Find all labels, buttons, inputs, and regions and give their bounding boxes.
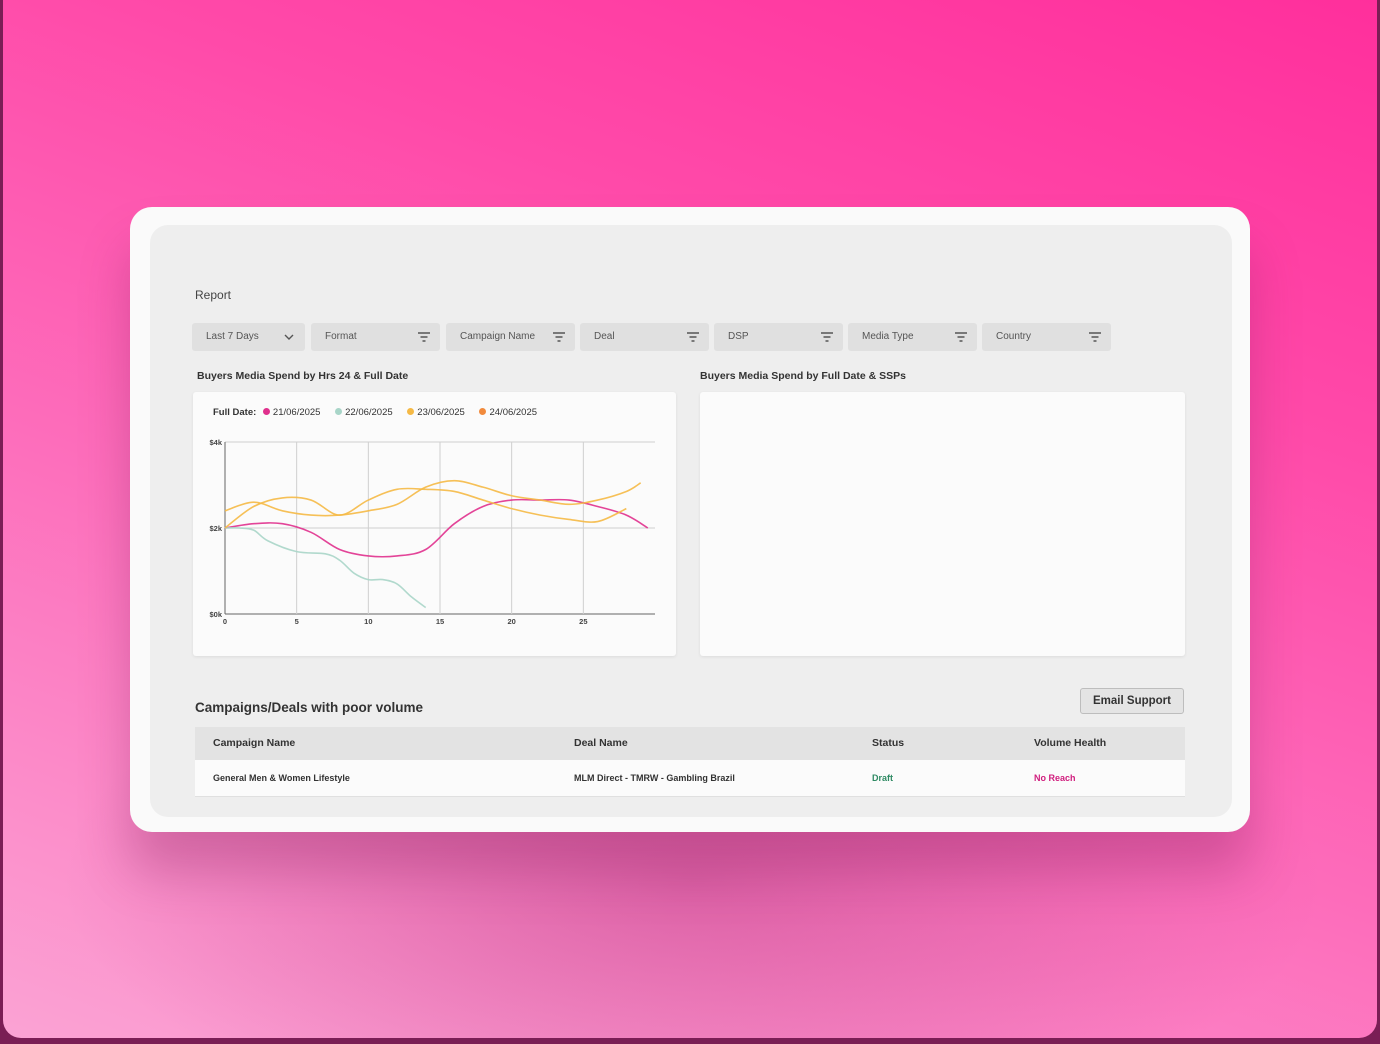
dsp-filter[interactable]: DSP [714,323,843,351]
x-tick-label: 10 [364,617,372,626]
chart-title-hourly: Buyers Media Spend by Hrs 24 & Full Date [197,370,409,382]
campaign-name-cell: General Men & Women Lifestyle [213,773,350,783]
series-line [224,527,427,609]
y-tick-label: $0k [209,610,222,619]
x-tick-label: 20 [507,617,515,626]
filter-label: Campaign Name [460,331,536,342]
poor-volume-table: Campaign Name Deal Name Status Volume He… [195,727,1185,797]
line-chart: $0k $2k $4k 0 5 10 15 20 25 [209,438,655,626]
filter-label: DSP [728,331,749,342]
dashboard-window: Report Last 7 Days Format Campaign Name … [130,207,1250,832]
chevron-down-icon [284,334,294,340]
x-tick-label: 0 [223,617,227,626]
section-title: Campaigns/Deals with poor volume [195,700,424,715]
column-header-deal[interactable]: Deal Name [574,727,628,760]
column-header-campaign[interactable]: Campaign Name [213,727,295,760]
series-line [224,487,627,529]
filter-label: Format [325,331,357,342]
ssp-chart-panel [700,392,1185,656]
filter-label: Media Type [862,331,914,342]
column-header-volume-health[interactable]: Volume Health [1034,727,1106,760]
page-title: Report [195,288,232,302]
line-chart-panel: Full Date: 21/06/2025 22/06/2025 23/06/2… [193,392,676,656]
filter-icon [418,332,430,342]
media-type-filter[interactable]: Media Type [848,323,977,351]
format-filter[interactable]: Format [311,323,440,351]
y-tick-label: $2k [209,524,222,533]
filter-label: Country [996,331,1032,342]
filter-icon [955,332,967,342]
email-support-button[interactable]: Email Support [1080,688,1184,714]
filter-icon [687,332,699,342]
column-header-status[interactable]: Status [872,727,904,760]
report-panel: Report Last 7 Days Format Campaign Name … [150,225,1232,817]
filter-icon [553,332,565,342]
filter-label: Deal [594,331,615,342]
y-tick-label: $4k [209,438,222,447]
deal-name-cell: MLM Direct - TMRW - Gambling Brazil [574,773,735,783]
table-header: Campaign Name Deal Name Status Volume He… [195,727,1185,760]
chart-title-ssps: Buyers Media Spend by Full Date & SSPs [700,370,906,382]
filter-label: Last 7 Days [206,331,259,342]
table-row[interactable]: General Men & Women Lifestyle MLM Direct… [195,760,1185,797]
filter-icon [1089,332,1101,342]
volume-health-badge: No Reach [1034,773,1076,783]
x-tick-label: 15 [436,617,444,626]
x-tick-label: 5 [295,617,299,626]
campaign-name-filter[interactable]: Campaign Name [446,323,575,351]
deal-filter[interactable]: Deal [580,323,709,351]
country-filter[interactable]: Country [982,323,1111,351]
filter-icon [821,332,833,342]
x-tick-label: 25 [579,617,587,626]
status-badge: Draft [872,773,894,783]
date-range-dropdown[interactable]: Last 7 Days [192,323,305,351]
